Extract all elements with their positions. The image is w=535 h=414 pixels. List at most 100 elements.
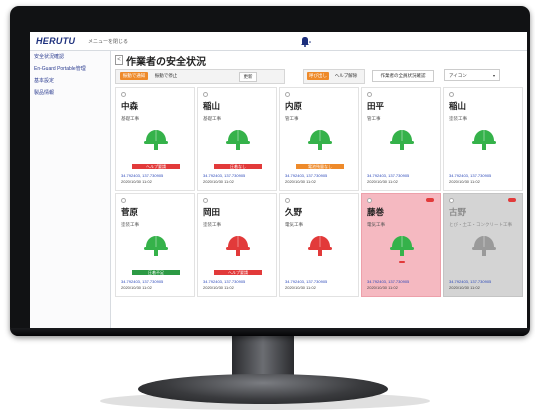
worker-select-radio[interactable]	[203, 198, 208, 203]
vibrate-notify-button[interactable]: 振動で通知	[120, 72, 148, 80]
all-workers-status-button[interactable]: 作業者の全員状況確認	[372, 70, 434, 82]
status-badge: ヘルプ要請	[132, 164, 180, 169]
sidebar: 安全状況確認 En-Guard Portable管理 基本設定 製品情報	[30, 51, 111, 331]
call-button[interactable]: 呼び出し	[307, 72, 329, 80]
worker-name: 菅原	[121, 207, 139, 217]
worker-timestamp: 2020/10/30 11:02	[285, 285, 316, 290]
worker-select-radio[interactable]	[367, 198, 372, 203]
worker-coordinates[interactable]: 34.792403, 137.730905	[121, 173, 163, 178]
alert-flag-icon	[508, 198, 516, 202]
top-bar: HERUTU メニューを閉じる	[30, 32, 527, 51]
worker-select-radio[interactable]	[121, 92, 126, 97]
app-screen: HERUTU メニューを閉じる 安全状況確認 En-Guard Portable…	[30, 32, 527, 331]
worker-timestamp: 2020/10/30 11:02	[449, 179, 480, 184]
worker-card[interactable]: 岡田塗装工事ヘルプ要請 34.792403, 137.730905 2020/10/…	[197, 193, 277, 297]
worker-coordinates[interactable]: 34.792403, 137.730905	[449, 279, 491, 284]
status-badge: 圧着なし	[214, 164, 262, 169]
worker-card[interactable]: 稲山塗装工事 34.792403, 137.730905 2020/10/30 11…	[443, 87, 523, 191]
helmet-icon	[471, 128, 497, 152]
back-button[interactable]: <	[115, 55, 123, 65]
status-badge: 圧着不足	[132, 270, 180, 275]
title-row: < 作業者の安全状況	[112, 51, 527, 68]
helmet-icon	[225, 128, 251, 152]
toolbar: 振動で通知 振動で停止 更新 呼び出し ヘルプ解除 作業者の全員状況確認 アイコ…	[112, 69, 527, 84]
main-content: < 作業者の安全状況 振動で通知 振動で停止 更新 呼び出し ヘルプ解除 作業者…	[112, 51, 527, 331]
help-release-button[interactable]: ヘルプ解除	[331, 72, 361, 80]
worker-coordinates[interactable]: 34.792403, 137.730905	[203, 173, 245, 178]
worker-coordinates[interactable]: 34.792403, 137.730905	[449, 173, 491, 178]
worker-timestamp: 2020/10/30 11:02	[203, 285, 234, 290]
worker-role: 塗装工事	[121, 222, 139, 227]
view-mode-value: アイコン	[449, 73, 467, 78]
worker-card[interactable]: 菅原塗装工事圧着不足 34.792403, 137.730905 2020/10/3…	[115, 193, 195, 297]
worker-card[interactable]: 内原管工事電池残量なし 34.792403, 137.730905 2020/10/…	[279, 87, 359, 191]
worker-coordinates[interactable]: 34.792403, 137.730905	[203, 279, 245, 284]
worker-role: 基礎工事	[203, 116, 221, 121]
sidebar-item-enguard-portable[interactable]: En-Guard Portable管理	[30, 63, 110, 75]
call-group: 呼び出し ヘルプ解除	[303, 69, 365, 84]
vibrate-stop-button[interactable]: 振動で停止	[152, 72, 180, 80]
bell-icon[interactable]	[298, 34, 312, 47]
alert-led-icon	[399, 261, 405, 263]
view-mode-select[interactable]: アイコン ▾	[444, 69, 500, 81]
worker-role: 管工事	[367, 116, 381, 121]
sidebar-item-basic-settings[interactable]: 基本設定	[30, 75, 110, 87]
worker-coordinates[interactable]: 34.792403, 137.730905	[285, 173, 327, 178]
worker-name: 稲山	[449, 101, 467, 111]
helmet-icon	[143, 128, 169, 152]
worker-role: 塗装工事	[203, 222, 221, 227]
worker-card[interactable]: 中森 基礎工事 ヘルプ要請 34.792403, 137.730905 2020/10/…	[115, 87, 195, 191]
helmet-icon	[471, 234, 497, 258]
chevron-down-icon: ▾	[492, 73, 495, 78]
helmet-icon	[389, 234, 415, 258]
worker-card[interactable]: 古野とび・土工・コンクリート工事 34.792403, 137.730905 202…	[443, 193, 523, 297]
worker-name: 岡田	[203, 207, 221, 217]
vibration-group: 振動で通知 振動で停止 更新	[115, 69, 285, 84]
helmet-icon	[307, 234, 333, 258]
worker-select-radio[interactable]	[449, 198, 454, 203]
worker-name: 稲山	[203, 101, 221, 111]
worker-select-radio[interactable]	[367, 92, 372, 97]
app-logo[interactable]: HERUTU	[36, 36, 75, 46]
worker-timestamp: 2020/10/30 11:02	[285, 179, 316, 184]
worker-timestamp: 2020/10/30 11:02	[121, 179, 152, 184]
worker-name: 古野	[449, 207, 467, 217]
monitor-stand-base	[138, 374, 388, 404]
worker-role: 電気工事	[367, 222, 385, 227]
worker-select-radio[interactable]	[285, 198, 290, 203]
worker-name: 久野	[285, 207, 303, 217]
status-badge: 電池残量なし	[296, 164, 344, 169]
worker-coordinates[interactable]: 34.792403, 137.730905	[121, 279, 163, 284]
worker-role: 塗装工事	[449, 116, 467, 121]
worker-select-radio[interactable]	[449, 92, 454, 97]
worker-select-radio[interactable]	[121, 198, 126, 203]
worker-card[interactable]: 藤巻 電気工事 34.792403, 137.730905 2020/10/30 11…	[361, 193, 441, 297]
menu-close-link[interactable]: メニューを閉じる	[88, 38, 128, 45]
worker-role: とび・土工・コンクリート工事	[449, 222, 512, 227]
status-badge: ヘルプ要請	[214, 270, 262, 275]
worker-timestamp: 2020/10/30 11:02	[449, 285, 480, 290]
worker-coordinates[interactable]: 34.792403, 137.730905	[367, 279, 409, 284]
helmet-icon	[143, 234, 169, 258]
worker-role: 管工事	[285, 116, 299, 121]
worker-select-radio[interactable]	[285, 92, 290, 97]
worker-coordinates[interactable]: 34.792403, 137.730905	[285, 279, 327, 284]
alert-flag-icon	[426, 198, 434, 202]
worker-name: 内原	[285, 101, 303, 111]
refresh-button[interactable]: 更新	[239, 72, 257, 82]
worker-timestamp: 2020/10/30 11:02	[367, 179, 398, 184]
worker-name: 中森	[121, 101, 139, 111]
worker-name: 田平	[367, 101, 385, 111]
worker-card[interactable]: 稲山 基礎工事 圧着なし 34.792403, 137.730905 2020/10/3…	[197, 87, 277, 191]
worker-role: 電気工事	[285, 222, 303, 227]
monitor-stand-neck	[232, 336, 294, 378]
worker-card[interactable]: 久野電気工事 34.792403, 137.730905 2020/10/30 11…	[279, 193, 359, 297]
sidebar-item-safety-status[interactable]: 安全状況確認	[30, 51, 110, 63]
worker-card[interactable]: 田平管工事 34.792403, 137.730905 2020/10/30 11:…	[361, 87, 441, 191]
worker-timestamp: 2020/10/30 11:02	[121, 285, 152, 290]
worker-select-radio[interactable]	[203, 92, 208, 97]
sidebar-item-product-info[interactable]: 製品情報	[30, 87, 110, 99]
monitor-bezel: HERUTU メニューを閉じる 安全状況確認 En-Guard Portable…	[10, 6, 530, 336]
worker-coordinates[interactable]: 34.792403, 137.730905	[367, 173, 409, 178]
helmet-icon	[389, 128, 415, 152]
